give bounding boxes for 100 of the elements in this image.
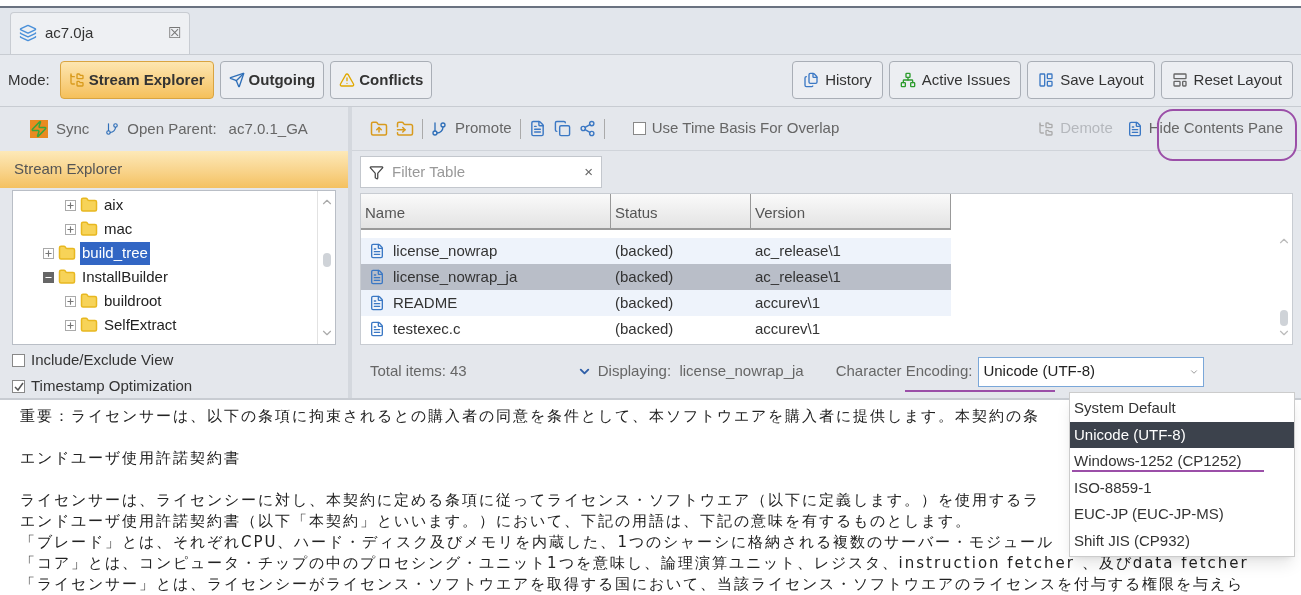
parent-stream: ac7.0.1_GA <box>228 118 308 139</box>
tree-item[interactable]: InstallBuilder <box>80 266 170 289</box>
table-cell-text: ac_release\1 <box>754 240 842 261</box>
text-line: 「ブレード」とは、それぞれCPU、ハード・ディスク及びメモリを内蔵した、1つのシャーシに格納される複数のサーバー・モジュール <box>20 532 1055 553</box>
panel-header: Stream Explorer <box>0 150 348 189</box>
expand-icon[interactable] <box>65 295 76 307</box>
table-row[interactable]: license_nowrap_ja (backed) ac_release\1 <box>361 264 951 290</box>
encoding-label: Character Encoding: <box>835 361 973 382</box>
tree-item[interactable]: SelfExtract <box>102 314 179 337</box>
tree-item[interactable]: aix <box>102 194 126 217</box>
checkbox[interactable] <box>12 353 25 367</box>
clear-button[interactable]: × <box>584 160 593 184</box>
table-cell-text: (backed) <box>614 292 675 313</box>
lightning-icon <box>30 119 48 138</box>
layout-icon <box>1171 72 1188 89</box>
copy-icon[interactable] <box>553 120 571 137</box>
column-header[interactable]: Status <box>611 194 751 228</box>
layout-icon <box>1038 72 1055 89</box>
folder-tree-icon <box>68 72 85 89</box>
text-line: エンドユーザ使用許諾契約書（以下「本契約」といいます。）において、下記の用語は、下記の意味を有するものとします。 <box>20 511 972 532</box>
dropdown-option[interactable]: ISO-8859-1 <box>1070 474 1294 501</box>
close-button[interactable]: ☒ <box>168 21 181 45</box>
tree-item[interactable]: build_tree <box>80 242 150 265</box>
file-icon <box>369 243 385 259</box>
folder-tree-icon <box>1038 120 1055 137</box>
mode-label: Mode: <box>8 70 50 90</box>
checkbox-label: Use Time Basis For Overlap <box>651 118 840 139</box>
mode-button[interactable]: Outgoing <box>219 61 325 100</box>
folder-icon[interactable] <box>396 119 414 138</box>
mode-button[interactable]: Conflicts <box>330 61 433 100</box>
file-icon <box>369 321 385 337</box>
folder-icon <box>80 196 98 215</box>
file-name: testexec.c <box>393 318 461 339</box>
send-icon <box>228 72 245 89</box>
dropdown-option[interactable]: Windows-1252 (CP1252) <box>1070 448 1294 475</box>
files-icon <box>803 72 820 89</box>
sync-button[interactable]: Sync <box>56 117 90 141</box>
folder-icon <box>80 220 98 239</box>
dropdown-option[interactable]: System Default <box>1070 395 1294 422</box>
dropdown-option[interactable]: Unicode (UTF-8) <box>1070 421 1294 448</box>
checkbox-label: Timestamp Optimization <box>31 376 193 397</box>
share-icon[interactable] <box>578 120 596 137</box>
editor-tab[interactable]: ac7.0ja ☒ <box>10 11 190 54</box>
table-cell-text: accurev\1 <box>754 318 822 339</box>
toolbar-button[interactable]: Active Issues <box>888 61 1022 100</box>
table-cell-text: (backed) <box>614 318 675 339</box>
tree-item[interactable]: mac <box>102 218 135 241</box>
filter-icon <box>369 164 384 180</box>
text-line: ライセンサーは、ライセンシーに対し、本契約に定める条項に従ってライセンス・ソフトウエア（以下に定義します。）を使用するラ <box>20 490 1040 511</box>
folder-icon <box>58 268 76 287</box>
file-name: license_nowrap_ja <box>393 266 518 287</box>
branch-icon <box>431 120 447 137</box>
expand-icon[interactable] <box>65 319 76 331</box>
folder-icon <box>58 244 76 263</box>
file-name: license_nowrap <box>393 240 498 261</box>
scroll-thumb[interactable] <box>1280 310 1288 326</box>
toolbar-button[interactable]: Reset Layout <box>1160 61 1293 100</box>
scroll-thumb[interactable] <box>322 252 331 267</box>
encoding-dropdown[interactable]: Unicode (UTF-8) <box>978 356 1205 387</box>
toolbar-button[interactable]: History <box>792 61 883 100</box>
checkbox-label: Include/Exclude View <box>31 350 174 370</box>
text-line: エンドユーザ使用許諾契約書 <box>20 448 241 469</box>
table-row[interactable]: license_nowrap (backed) ac_release\1 <box>361 238 951 264</box>
folder-icon[interactable] <box>370 119 388 138</box>
checkbox[interactable] <box>12 380 25 394</box>
folder-icon <box>80 292 98 311</box>
file-name: README <box>393 292 458 313</box>
dropdown-option[interactable]: EUC-JP (EUC-JP-MS) <box>1070 501 1294 528</box>
folder-icon <box>80 316 98 335</box>
dropdown-option[interactable]: Shift JIS (CP932) <box>1070 527 1294 554</box>
toolbar-button[interactable]: Save Layout <box>1027 61 1155 100</box>
checkbox[interactable] <box>632 122 646 135</box>
total-items: Total items: 43 <box>370 361 467 382</box>
mode-button[interactable]: Stream Explorer <box>59 61 214 100</box>
text-line: 「ライセンサー」とは、ライセンシーがライセンス・ソフトウエアを取得する国において、当該ライセンス・ソフトウエアのライセンスを付与する権限を与えら <box>20 574 1244 595</box>
column-header[interactable]: Version <box>751 194 951 228</box>
table-cell-text: ac_release\1 <box>754 266 842 287</box>
displaying-label: Displaying: license_nowrap_ja <box>597 361 804 382</box>
collapse-icon[interactable] <box>43 271 54 283</box>
open-parent-label[interactable]: Open Parent: <box>127 117 217 141</box>
table-cell-text: (backed) <box>614 240 675 261</box>
expand-icon[interactable] <box>65 223 76 235</box>
layers-icon <box>19 24 37 42</box>
column-header[interactable]: Name <box>361 194 611 228</box>
expand-icon[interactable] <box>65 199 76 211</box>
network-icon <box>899 72 916 89</box>
document-icon <box>1126 120 1143 137</box>
document-icon[interactable] <box>528 120 546 137</box>
file-icon <box>369 295 385 311</box>
table-cell-text: accurev\1 <box>754 292 822 313</box>
branch-icon <box>105 121 120 136</box>
expand-icon[interactable] <box>43 247 54 259</box>
warning-icon <box>339 72 356 89</box>
table-row[interactable]: README (backed) accurev\1 <box>361 290 951 316</box>
filter-field[interactable]: Filter Table × <box>360 156 602 188</box>
text-line: 重要：ライセンサーは、以下の条項に拘束されるとの購入者の同意を条件として、本ソフトウエアを購入者に提供します。本契約の条 <box>20 406 1040 427</box>
tree-item[interactable]: buildroot <box>102 290 164 313</box>
promote-button[interactable]: Promote <box>455 117 512 140</box>
file-icon <box>369 269 385 285</box>
table-cell-text: (backed) <box>614 266 675 287</box>
